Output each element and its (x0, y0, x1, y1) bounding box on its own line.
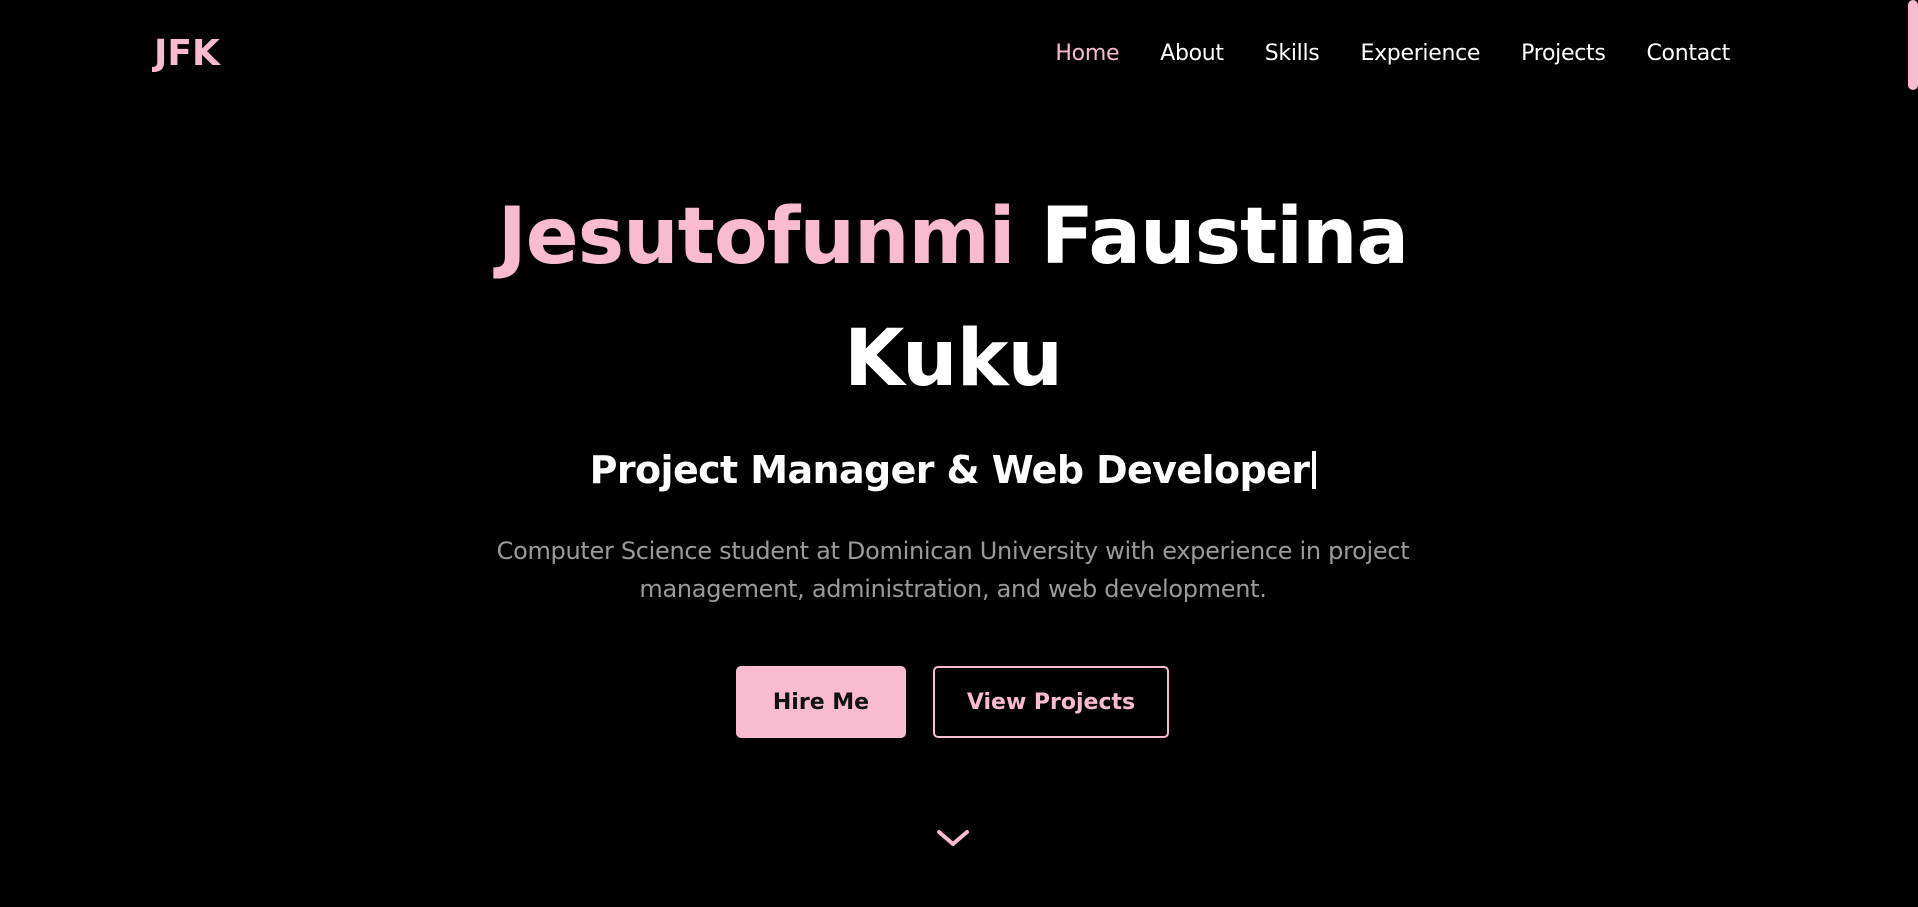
view-projects-button[interactable]: View Projects (933, 666, 1169, 738)
hero-first-name: Jesutofunmi (497, 192, 1016, 282)
hero-name: Jesutofunmi Faustina Kuku (0, 176, 1906, 420)
hero-description: Computer Science student at Dominican Un… (496, 537, 1410, 603)
nav-contact[interactable]: Contact (1647, 38, 1731, 70)
logo[interactable]: JFK (154, 32, 220, 76)
hire-me-button[interactable]: Hire Me (736, 666, 906, 738)
hero-subtitle-text: Project Manager & Web Developer (589, 448, 1310, 492)
nav-about[interactable]: About (1160, 38, 1224, 70)
nav-skills[interactable]: Skills (1265, 38, 1320, 70)
chevron-down-icon[interactable] (935, 826, 971, 850)
typing-cursor (1312, 451, 1317, 489)
nav-experience[interactable]: Experience (1360, 38, 1480, 70)
hero-subtitle: Project Manager & Web Developer (0, 442, 1906, 498)
nav-projects[interactable]: Projects (1521, 38, 1606, 70)
page: JFK Home About Skills Experience Project… (0, 0, 1918, 907)
hero-middle-name: Faustina (1040, 192, 1409, 282)
main-nav: Home About Skills Experience Projects Co… (1055, 38, 1730, 70)
nav-home[interactable]: Home (1055, 38, 1119, 70)
hero-last-name: Kuku (843, 314, 1063, 404)
scrollbar-thumb[interactable] (1908, 0, 1918, 90)
scrollbar[interactable] (1906, 0, 1918, 907)
